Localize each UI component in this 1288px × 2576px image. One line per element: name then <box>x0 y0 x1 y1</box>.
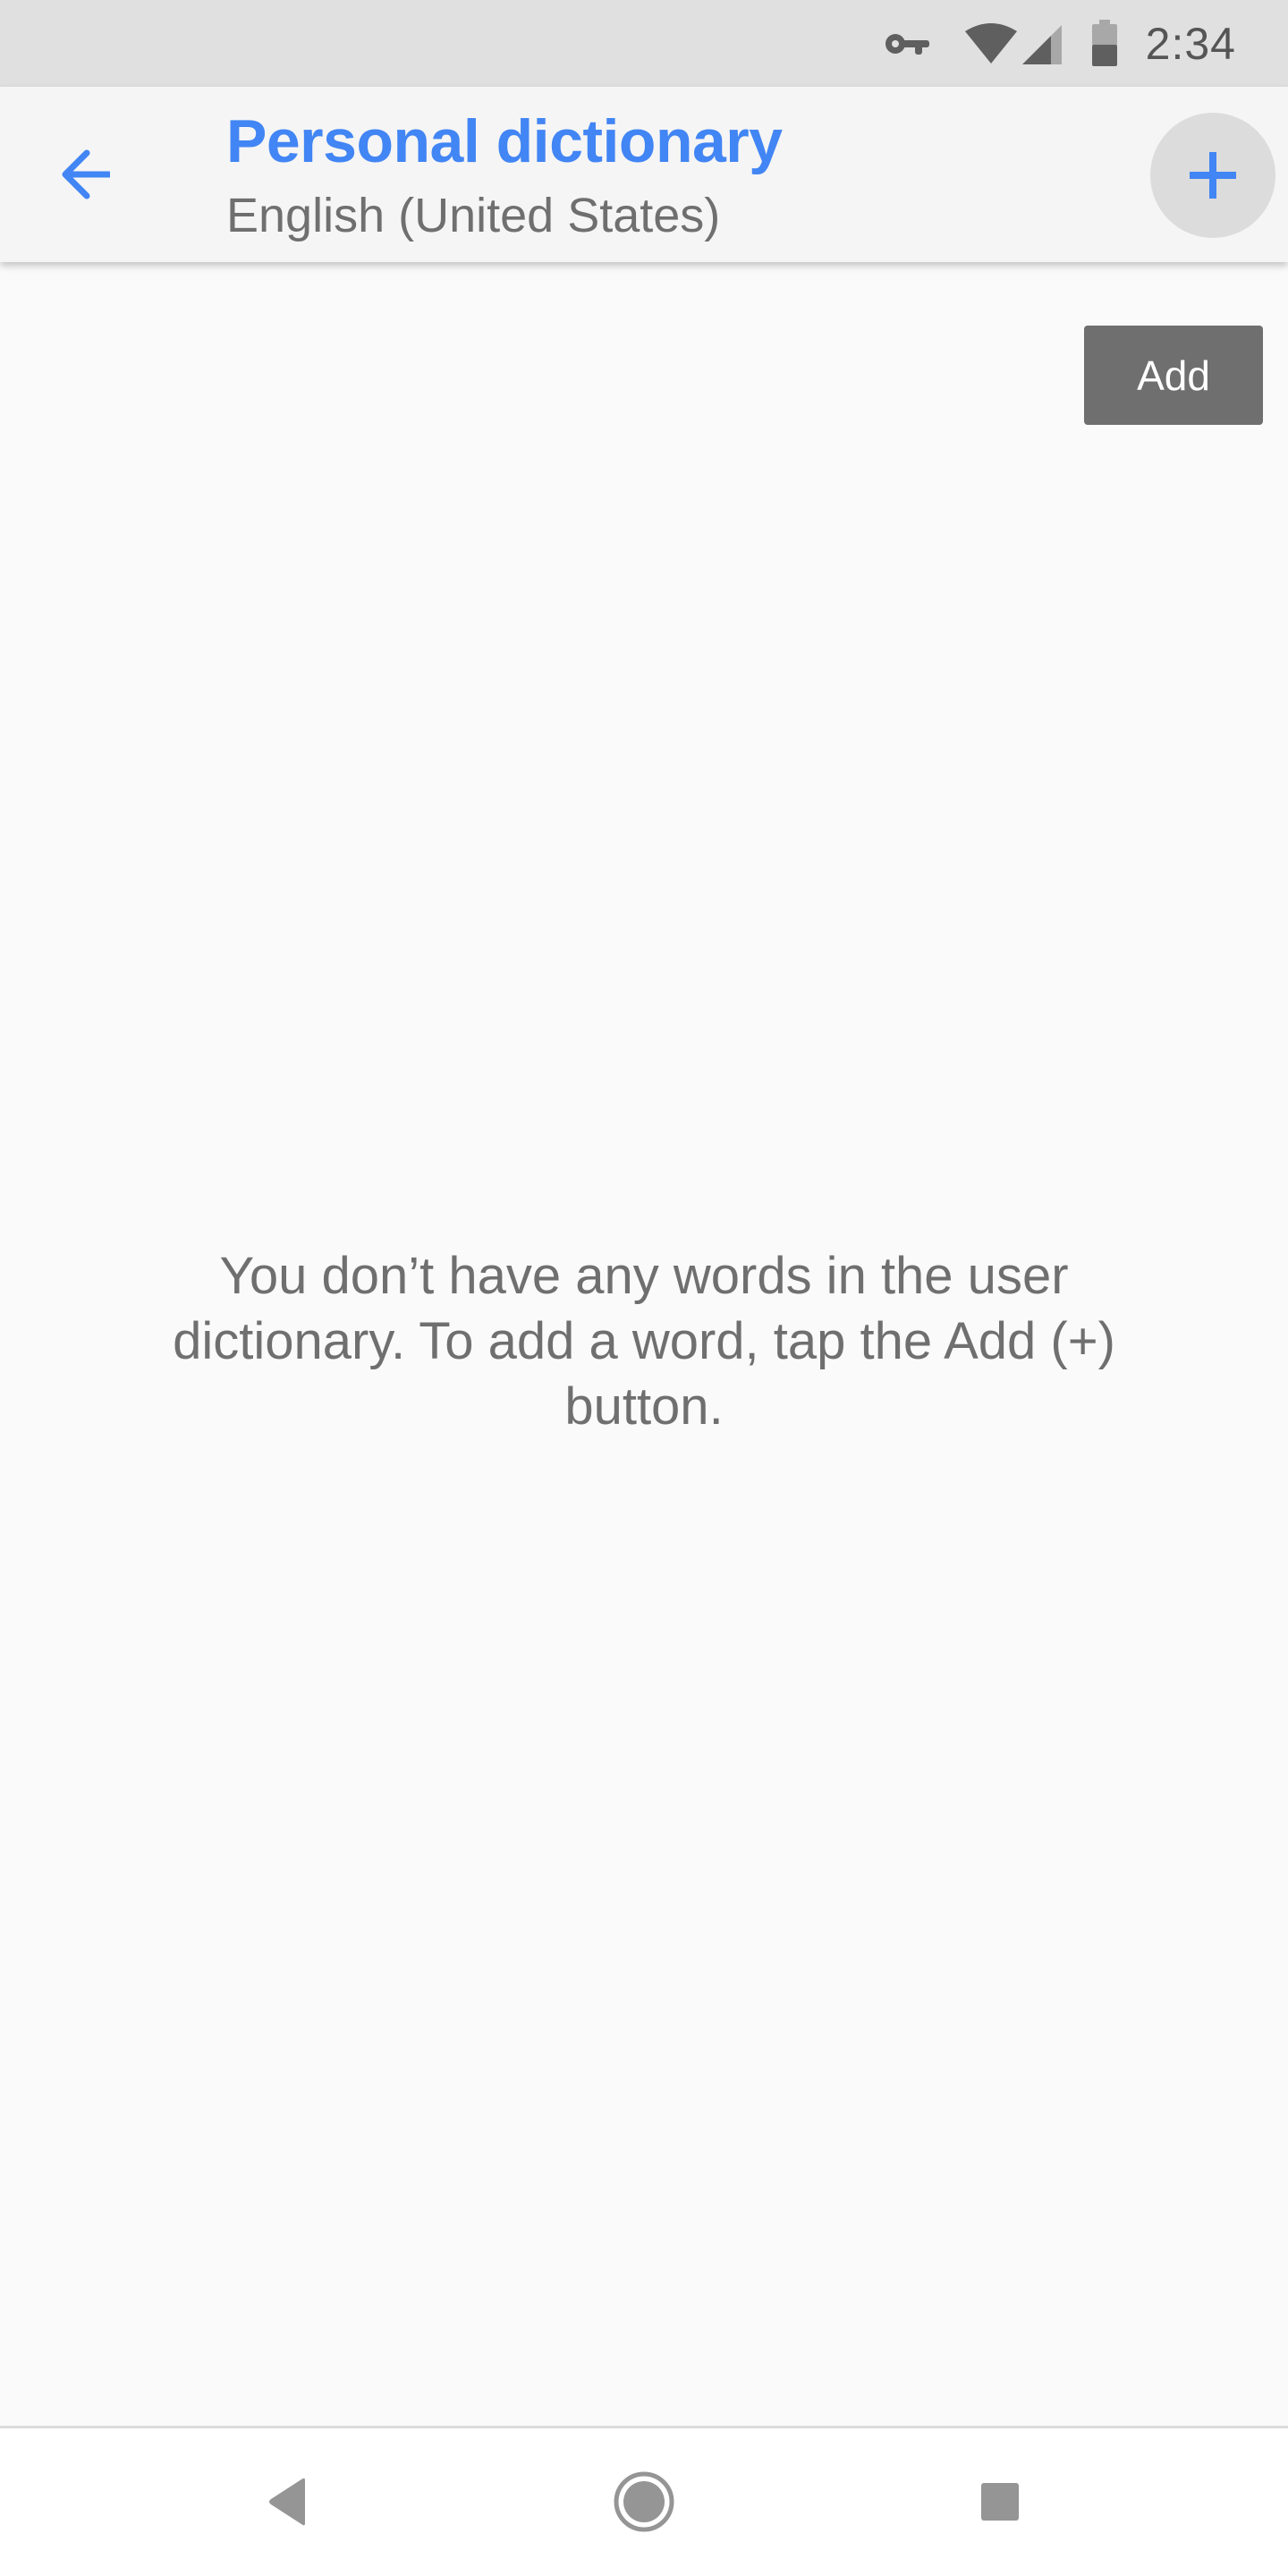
page-subtitle: English (United States) <box>226 189 721 242</box>
status-icons: 2:34 <box>883 0 1236 87</box>
cell-signal-icon <box>1021 24 1062 64</box>
clock: 2:34 <box>1145 18 1236 69</box>
nav-home-button[interactable] <box>590 2448 698 2555</box>
wifi-icon <box>964 22 1017 64</box>
arrow-back-icon <box>62 149 110 199</box>
navigation-bar <box>0 2428 1288 2576</box>
nav-home-icon <box>614 2471 674 2532</box>
nav-overview-button[interactable] <box>946 2448 1054 2555</box>
add-button[interactable]: Add <box>1084 326 1263 425</box>
status-bar: 2:34 <box>0 0 1288 87</box>
nav-overview-icon <box>981 2483 1019 2521</box>
back-button[interactable] <box>33 121 140 228</box>
empty-state-message: You don’t have any words in the user dic… <box>173 1247 1115 1436</box>
vpn-key-icon <box>885 33 929 55</box>
plus-icon <box>1190 152 1236 199</box>
page-title: Personal dictionary <box>226 107 783 175</box>
app-bar: Personal dictionary English (United Stat… <box>0 87 1288 262</box>
battery-icon <box>1091 19 1117 66</box>
nav-back-icon <box>269 2478 305 2526</box>
add-word-fab[interactable] <box>1150 113 1275 238</box>
nav-back-button[interactable] <box>234 2448 342 2555</box>
